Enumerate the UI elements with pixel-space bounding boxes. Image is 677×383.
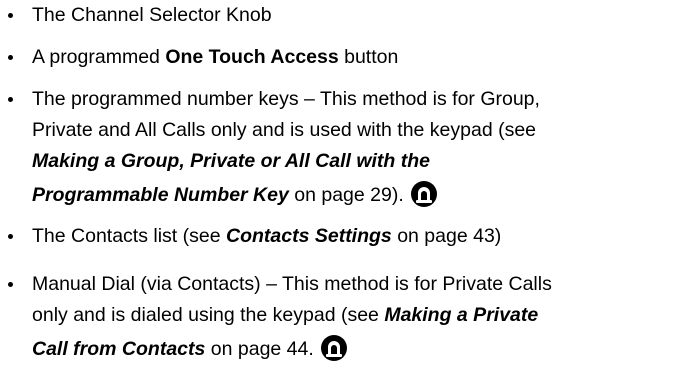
bold-term: One Touch Access [165,46,339,68]
item-text: Manual Dial (via Contacts) – This method… [32,273,552,295]
cross-reference-link: Making a Private [384,304,539,326]
list-item-text: Manual Dial (via Contacts) – This method… [32,269,552,365]
list-item-text: The Channel Selector Knob [32,0,272,31]
cross-reference-link: Call from Contacts [32,338,206,360]
list-item-text: The programmed number keys – This method… [32,84,540,211]
bullet-icon [8,55,13,60]
item-text: on page 29). [288,184,404,206]
item-text: only and is dialed using the keypad (see [32,304,385,326]
cross-reference-link: Making a Group, Private or All Call with… [32,150,431,172]
bullet-icon [8,13,13,18]
cross-reference-link: Contacts Settings [226,225,392,247]
bullet-icon [8,97,13,102]
item-text: Private and All Calls only and is used w… [32,119,537,141]
keypad-mic-icon [320,335,347,361]
item-text: The programmed number keys – This method… [32,88,540,110]
list-item-text: A programmed One Touch Access button [32,42,398,73]
item-text: on page 43) [391,225,502,247]
bullet-icon [8,282,13,287]
list-item-text: The Contacts list (see Contacts Settings… [32,221,501,252]
item-text: The Channel Selector Knob [32,4,272,26]
item-text: on page 44. [205,338,314,360]
cross-reference-link: Programmable Number Key [32,184,289,206]
keypad-mic-icon [410,181,437,207]
item-text: button [338,46,399,68]
item-text: The Contacts list (see [32,225,226,247]
bullet-icon [8,234,13,239]
item-text: A programmed [32,46,166,68]
